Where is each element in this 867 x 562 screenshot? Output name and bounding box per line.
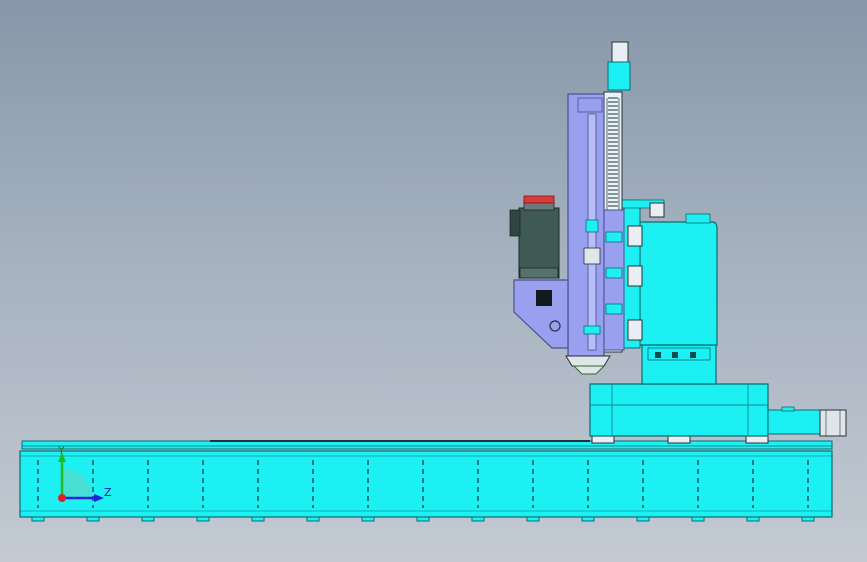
- cad-viewport[interactable]: Y Z: [0, 0, 867, 562]
- y-axis-label: Y: [57, 444, 65, 457]
- spindle-motor: [518, 207, 560, 279]
- y-motor-mount: [607, 61, 631, 91]
- cutting-tool: [572, 365, 606, 375]
- bracket-hole-square: [536, 290, 552, 306]
- y-axis-ram: [509, 41, 631, 375]
- z-drive-gearbox: [767, 409, 821, 435]
- bracket-hole-round: [549, 320, 561, 332]
- column-body: [639, 221, 718, 346]
- bed-feet: [31, 516, 815, 522]
- z-axis-saddle: [589, 344, 847, 444]
- machine-model: Y Z: [19, 41, 847, 522]
- z-axis-label: Z: [104, 486, 112, 499]
- x-axis-dot: [58, 494, 66, 502]
- machine-bed: [19, 440, 833, 522]
- z-servo-motor: [819, 409, 847, 437]
- saddle-base: [589, 383, 769, 437]
- motor-end-cap: [523, 195, 555, 204]
- bed-body: [19, 450, 833, 518]
- y-servo-motor: [611, 41, 629, 63]
- spindle-head: [565, 355, 611, 367]
- bed-rail-strip: [21, 440, 833, 450]
